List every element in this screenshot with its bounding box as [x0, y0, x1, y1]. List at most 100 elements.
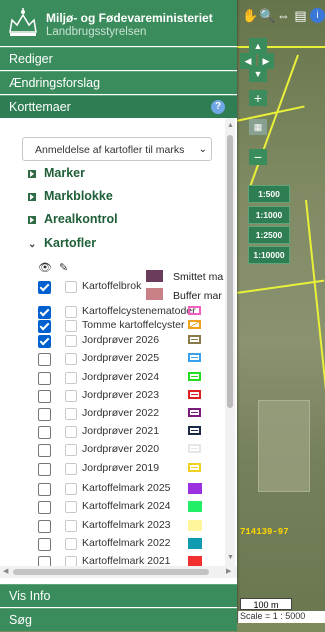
- ministry-title: Miljø- og Fødevareministeriet: [46, 11, 213, 25]
- layer-visibility-checkbox[interactable]: [38, 408, 51, 421]
- layer-info-checkbox[interactable]: [65, 335, 77, 347]
- layer-info-checkbox[interactable]: [65, 372, 77, 384]
- layer-visibility-checkbox[interactable]: [38, 520, 51, 533]
- zoom-out-button[interactable]: −: [249, 149, 267, 165]
- agency-subtitle: Landbrugsstyrelsen: [46, 26, 147, 38]
- layer-symbol-icon: [188, 335, 201, 344]
- layer-info-checkbox[interactable]: [65, 408, 77, 420]
- chevron-down-icon: ⌄: [198, 144, 207, 155]
- layer-symbol-icon: [188, 306, 201, 315]
- layer-info-checkbox[interactable]: [65, 353, 77, 365]
- print-icon[interactable]: ▤: [293, 8, 308, 23]
- scroll-up-icon[interactable]: ▲: [227, 122, 234, 129]
- tab-vis-info[interactable]: Vis Info: [0, 584, 237, 607]
- scale-1-1000-button[interactable]: 1:1000: [248, 206, 290, 224]
- layer-info-checkbox[interactable]: [65, 390, 77, 402]
- scroll-right-icon[interactable]: ▶: [226, 567, 231, 575]
- scale-1-500-button[interactable]: 1:500: [248, 185, 290, 203]
- layer-label: Jordprøver 2023: [82, 389, 160, 401]
- layer-symbol-icon: [188, 501, 202, 512]
- layer-visibility-checkbox[interactable]: [38, 538, 51, 551]
- help-icon[interactable]: ?: [211, 100, 225, 114]
- measure-icon[interactable]: ⇔: [276, 8, 291, 23]
- legend-label-smittet: Smittet ma: [173, 271, 224, 283]
- layer-symbol-icon: [188, 320, 201, 329]
- visibility-header: 👁 ✎: [38, 261, 68, 274]
- layer-symbol-icon: [188, 408, 201, 417]
- pan-down-button[interactable]: ▼: [249, 66, 267, 82]
- layer-label: Kartoffelmark 2022: [82, 537, 171, 549]
- scale-1-10000-button[interactable]: 1:10000: [248, 246, 290, 264]
- group-markblokke[interactable]: Markblokke: [28, 189, 113, 203]
- crown-logo-icon: [9, 8, 37, 36]
- layer-info-checkbox[interactable]: [65, 463, 77, 475]
- layer-info-checkbox[interactable]: [65, 538, 77, 550]
- layer-label: Jordprøver 2024: [82, 371, 160, 383]
- expand-icon: [28, 215, 36, 224]
- layer-visibility-checkbox[interactable]: [38, 426, 51, 439]
- group-kartofler[interactable]: ⌄ Kartofler: [28, 236, 96, 250]
- group-label: Arealkontrol: [44, 212, 118, 226]
- layer-symbol-icon: [188, 390, 201, 399]
- layer-visibility-checkbox[interactable]: [38, 444, 51, 457]
- legend-swatch-smittet: [146, 270, 163, 282]
- layer-symbol-icon: [188, 353, 201, 362]
- korttemaer-content: Anmeldelse af kartofler til marks ⌄ Mark…: [0, 118, 237, 578]
- pan-up-button[interactable]: ▲: [249, 38, 267, 54]
- layer-info-checkbox[interactable]: [65, 483, 77, 495]
- layer-symbol-icon: [188, 483, 202, 494]
- layer-visibility-checkbox[interactable]: [38, 353, 51, 366]
- layer-visibility-checkbox[interactable]: [38, 372, 51, 385]
- scroll-down-icon[interactable]: ▼: [227, 554, 234, 561]
- zoom-level-icon[interactable]: ▦: [249, 119, 267, 135]
- layer-info-checkbox[interactable]: [65, 501, 77, 513]
- info-icon[interactable]: i: [310, 8, 325, 23]
- layer-label: Jordprøver 2021: [82, 425, 160, 437]
- theme-select[interactable]: Anmeldelse af kartofler til marks ⌄: [22, 137, 212, 161]
- layer-visibility-checkbox[interactable]: [38, 501, 51, 514]
- layer-visibility-checkbox[interactable]: [38, 463, 51, 476]
- group-arealkontrol[interactable]: Arealkontrol: [28, 212, 118, 226]
- group-label: Markblokke: [44, 189, 113, 203]
- layer-info-checkbox[interactable]: [65, 320, 77, 332]
- layer-symbol-icon: [188, 538, 202, 549]
- vertical-scrollbar[interactable]: ▲ ▼: [225, 118, 235, 568]
- tab-korttemaer[interactable]: Korttemaer ?: [0, 95, 237, 118]
- layer-info-checkbox[interactable]: [65, 444, 77, 456]
- scalebar: 100 m: [240, 598, 292, 610]
- scroll-left-icon[interactable]: ◀: [3, 567, 8, 575]
- zoom-in-button[interactable]: +: [249, 90, 267, 106]
- layer-label: Jordprøver 2019: [82, 462, 160, 474]
- layer-info-checkbox[interactable]: [65, 426, 77, 438]
- scroll-thumb-h[interactable]: [13, 569, 209, 575]
- expand-icon: [28, 192, 36, 201]
- zoom-magnifier-icon[interactable]: 🔍: [259, 8, 275, 23]
- layer-visibility-checkbox[interactable]: [38, 306, 51, 319]
- map-field-feature: [258, 400, 310, 492]
- layer-visibility-checkbox[interactable]: [38, 390, 51, 403]
- layer-visibility-checkbox[interactable]: [38, 483, 51, 496]
- layer-visibility-checkbox[interactable]: [38, 281, 51, 294]
- group-label: Kartofler: [44, 236, 97, 250]
- layer-label: Jordprøver 2025: [82, 352, 160, 364]
- layer-info-checkbox[interactable]: [65, 306, 77, 318]
- header: Miljø- og Fødevareministeriet Landbrugss…: [0, 0, 237, 46]
- pan-hand-icon[interactable]: ✋: [242, 8, 258, 23]
- layer-info-checkbox[interactable]: [65, 520, 77, 532]
- layer-symbol-icon: [188, 444, 201, 453]
- tab-rediger[interactable]: Rediger: [0, 47, 237, 70]
- group-marker[interactable]: Marker: [28, 166, 85, 180]
- layer-symbol-icon: [188, 463, 201, 472]
- scale-1-2500-button[interactable]: 1:2500: [248, 226, 290, 244]
- tab-aendringsforslag[interactable]: Ændringsforslag: [0, 71, 237, 94]
- layer-label: Jordprøver 2020: [82, 443, 160, 455]
- layer-info-checkbox[interactable]: [65, 281, 77, 293]
- layer-label: Tomme kartoffelcyster: [82, 319, 185, 331]
- layer-visibility-checkbox[interactable]: [38, 320, 51, 333]
- info-tag-icon: ✎: [59, 262, 69, 274]
- horizontal-scrollbar[interactable]: ◀ ▶: [0, 566, 237, 578]
- scroll-thumb[interactable]: [227, 135, 233, 408]
- tab-soeg[interactable]: Søg: [0, 608, 237, 631]
- layer-symbol-icon: [188, 520, 202, 531]
- layer-visibility-checkbox[interactable]: [38, 335, 51, 348]
